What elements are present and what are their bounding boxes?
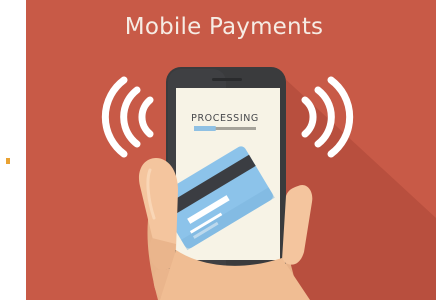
title: Mobile Payments [125,14,323,40]
payment-illustration: Mobile Payments PROCESSING [0,0,436,307]
processing-label: PROCESSING [191,113,259,124]
progress-fill [194,126,216,131]
phone-speaker [212,78,242,81]
margin-mark [6,158,10,164]
